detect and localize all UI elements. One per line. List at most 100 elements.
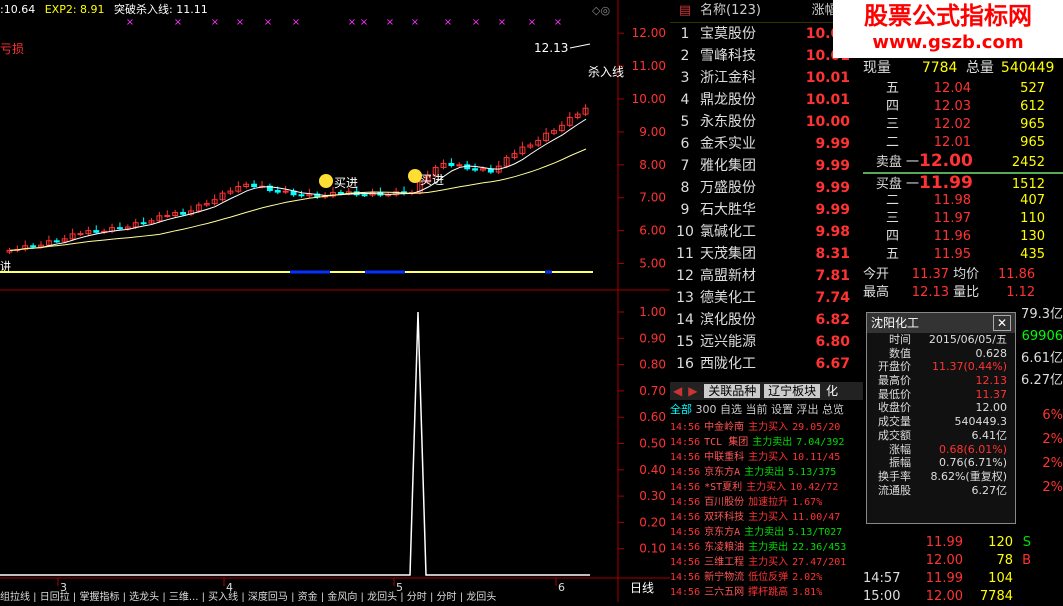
popup-row: 最高价 12.13 (867, 374, 1015, 388)
order-volume: 435 (1020, 247, 1045, 262)
watchlist-row[interactable]: 15 远兴能源 6.80 (670, 331, 863, 353)
bottom-ticks: 11.99 120 S 12.00 78 B 14:57 11.99 104 15:00 12.00… (863, 534, 1063, 606)
subtab-overview[interactable]: 总览 (822, 403, 844, 416)
tick-row[interactable]: 14:56 百川股份 加速拉升 1.67% (670, 495, 863, 510)
watchlist-settings-icon[interactable]: ▤ (670, 0, 700, 22)
site-banner[interactable]: 股票公式指标网 www.gszb.com (833, 0, 1063, 58)
subtab-float[interactable]: 浮出 (797, 403, 819, 416)
tick-row[interactable]: 14:56 TCL 集团 主力卖出 7.04/392 (670, 435, 863, 450)
info-popup: 沈阳化工 ✕ 时间 2015/06/05/五 数值 0.628 开盘价 11.37(0.44… (866, 312, 1016, 524)
watchlist-row[interactable]: 3 浙江金科 10.01 (670, 67, 863, 89)
kline-chart[interactable]: 12.00 11.00 10.00 9.00 8.00 7.00 6.00 5.00 1.00 0… (0, 0, 670, 602)
side-values: 79.3亿 69906 6.61亿 6.27亿 (1013, 304, 1063, 392)
tick-action: 加速拉升 (748, 497, 789, 508)
osc-tick-label: 0.10 (639, 542, 666, 556)
right-pcts: 6% 2% 2% 2% (1015, 404, 1063, 500)
watchlist-row[interactable]: 6 金禾实业 9.99 (670, 133, 863, 155)
popup-value: 11.37(0.44%) (931, 360, 1007, 374)
popup-row: 振幅 0.76(6.71%) (867, 456, 1015, 470)
tick-row[interactable]: 14:56 新宁物流 低位反弹 2.02% (670, 570, 863, 585)
watchlist-row[interactable]: 4 鼎龙股份 10.01 (670, 89, 863, 111)
stock-name: 金禾实业 (700, 136, 756, 152)
tick-row[interactable]: 14:56 京东方A 主力卖出 5.13/375 (670, 465, 863, 480)
stock-pct: 10.01 (805, 70, 850, 86)
popup-value: 540449.3 (954, 415, 1008, 429)
tick-row[interactable]: 14:56 *ST夏利 主力买入 10.42/72 (670, 480, 863, 495)
order-level: 卖盘 一 (875, 155, 919, 170)
tab-liaoning[interactable]: 辽宁板块 (764, 384, 821, 398)
watchlist-row[interactable]: 12 高盟新材 7.81 (670, 265, 863, 287)
popup-row: 时间 2015/06/05/五 (867, 333, 1015, 347)
watchlist-header-name[interactable]: 名称(123) (700, 0, 790, 22)
subtab-settings[interactable]: 设置 (771, 403, 793, 416)
order-price: 12.03 (933, 99, 971, 114)
watchlist-row[interactable]: 9 石大胜华 9.99 (670, 199, 863, 221)
pct-4: 2% (1042, 480, 1063, 495)
row-number: 2 (680, 48, 690, 64)
trade-flag: B (1022, 553, 1031, 568)
popup-value: 0.628 (975, 346, 1008, 360)
side-value-1: 79.3亿 (1021, 307, 1063, 322)
stock-name: 石大胜华 (700, 202, 756, 218)
subtab-300[interactable]: 300 (696, 403, 717, 416)
watchlist-row[interactable]: 10 氯碱化工 9.98 (670, 221, 863, 243)
candle-body (298, 194, 305, 197)
bottom-indicator-tabs[interactable]: 组拉线 | 日回拉 | 掌握指标 | 选龙头 | 三维... | 买入线 | 深… (0, 590, 496, 602)
stock-name: 万盛股份 (700, 180, 756, 196)
order-row: 五 12.04 527 (863, 80, 1063, 98)
tick-row[interactable]: 14:56 三维工程 主力买入 27.47/201 (670, 555, 863, 570)
order-price: 11.96 (933, 229, 971, 244)
tick-row[interactable]: 14:56 中金岭南 主力买入 29.05/20 (670, 420, 863, 435)
signal-x-mark: × (444, 17, 452, 28)
tick-row[interactable]: 14:56 三六五网 撑杆跳高 3.81% (670, 585, 863, 600)
watchlist-row[interactable]: 5 永东股份 10.00 (670, 111, 863, 133)
tab-chem[interactable]: 化 (824, 384, 840, 398)
chart-controls-icon[interactable]: ◇◎ (592, 4, 610, 17)
subtab-all[interactable]: 全部 (670, 403, 692, 416)
trade-price: 12.00 (925, 589, 963, 604)
signal-x-mark: × (554, 17, 562, 28)
osc-tick-label: 0.80 (639, 358, 666, 372)
watchlist-row[interactable]: 7 雅化集团 9.99 (670, 155, 863, 177)
popup-row: 换手率 8.62%(重复权) (867, 470, 1015, 484)
order-level: 四 (885, 99, 899, 114)
watchlist-row[interactable]: 13 德美化工 7.74 (670, 287, 863, 309)
tick-row[interactable]: 14:56 东凌粮油 主力卖出 22.36/453 (670, 540, 863, 555)
tab-prev-icon[interactable]: ◀ (670, 384, 685, 398)
close-icon[interactable]: ✕ (992, 315, 1011, 331)
row-number: 10 (676, 224, 694, 240)
subtab-current[interactable]: 当前 (746, 403, 768, 416)
row-number: 11 (676, 246, 694, 262)
popup-row: 成交量 540449.3 (867, 415, 1015, 429)
tick-stock: 京东方A (704, 467, 741, 478)
tick-stock: 中金岭南 (704, 422, 745, 433)
order-level: 二 (885, 135, 899, 150)
popup-key: 流通股 (878, 483, 911, 497)
tab-related[interactable]: 关联品种 (704, 384, 761, 398)
row-number: 8 (680, 180, 690, 196)
period-label[interactable]: 日线 (630, 581, 654, 595)
osc-tick-label: 0.70 (639, 384, 666, 398)
watchlist-row[interactable]: 11 天茂集团 8.31 (670, 243, 863, 265)
popup-title-bar: 沈阳化工 ✕ (867, 313, 1015, 333)
tick-row[interactable]: 14:56 中联重科 主力买入 10.11/45 (670, 450, 863, 465)
stock-name: 高盟新材 (700, 268, 756, 284)
tick-row[interactable]: 14:56 双环科技 主力买入 11.00/47 (670, 510, 863, 525)
order-level: 三 (885, 117, 899, 132)
side-value-4: 6.27亿 (1021, 373, 1063, 388)
trade-row: 12.00 78 B (863, 552, 1063, 570)
stock-pct: 6.67 (815, 356, 850, 372)
order-row: 二 11.98 407 (863, 192, 1063, 210)
tick-stock: 新宁物流 (704, 572, 745, 583)
watchlist-row[interactable]: 14 滨化股份 6.82 (670, 309, 863, 331)
stock-pct: 7.81 (815, 268, 850, 284)
order-row: 卖盘 一12.00 2452 (863, 152, 1063, 170)
tick-action: 主力买入 (748, 452, 789, 463)
popup-value: 6.41亿 (971, 428, 1008, 442)
tab-next-icon[interactable]: ▶ (685, 384, 700, 398)
watchlist-row[interactable]: 16 西陇化工 6.67 (670, 353, 863, 375)
tick-row[interactable]: 14:56 京东方A 主力卖出 5.13/T027 (670, 525, 863, 540)
watchlist-row[interactable]: 8 万盛股份 9.99 (670, 177, 863, 199)
subtab-watch[interactable]: 自选 (720, 403, 742, 416)
popup-row: 成交额 6.41亿 (867, 429, 1015, 443)
